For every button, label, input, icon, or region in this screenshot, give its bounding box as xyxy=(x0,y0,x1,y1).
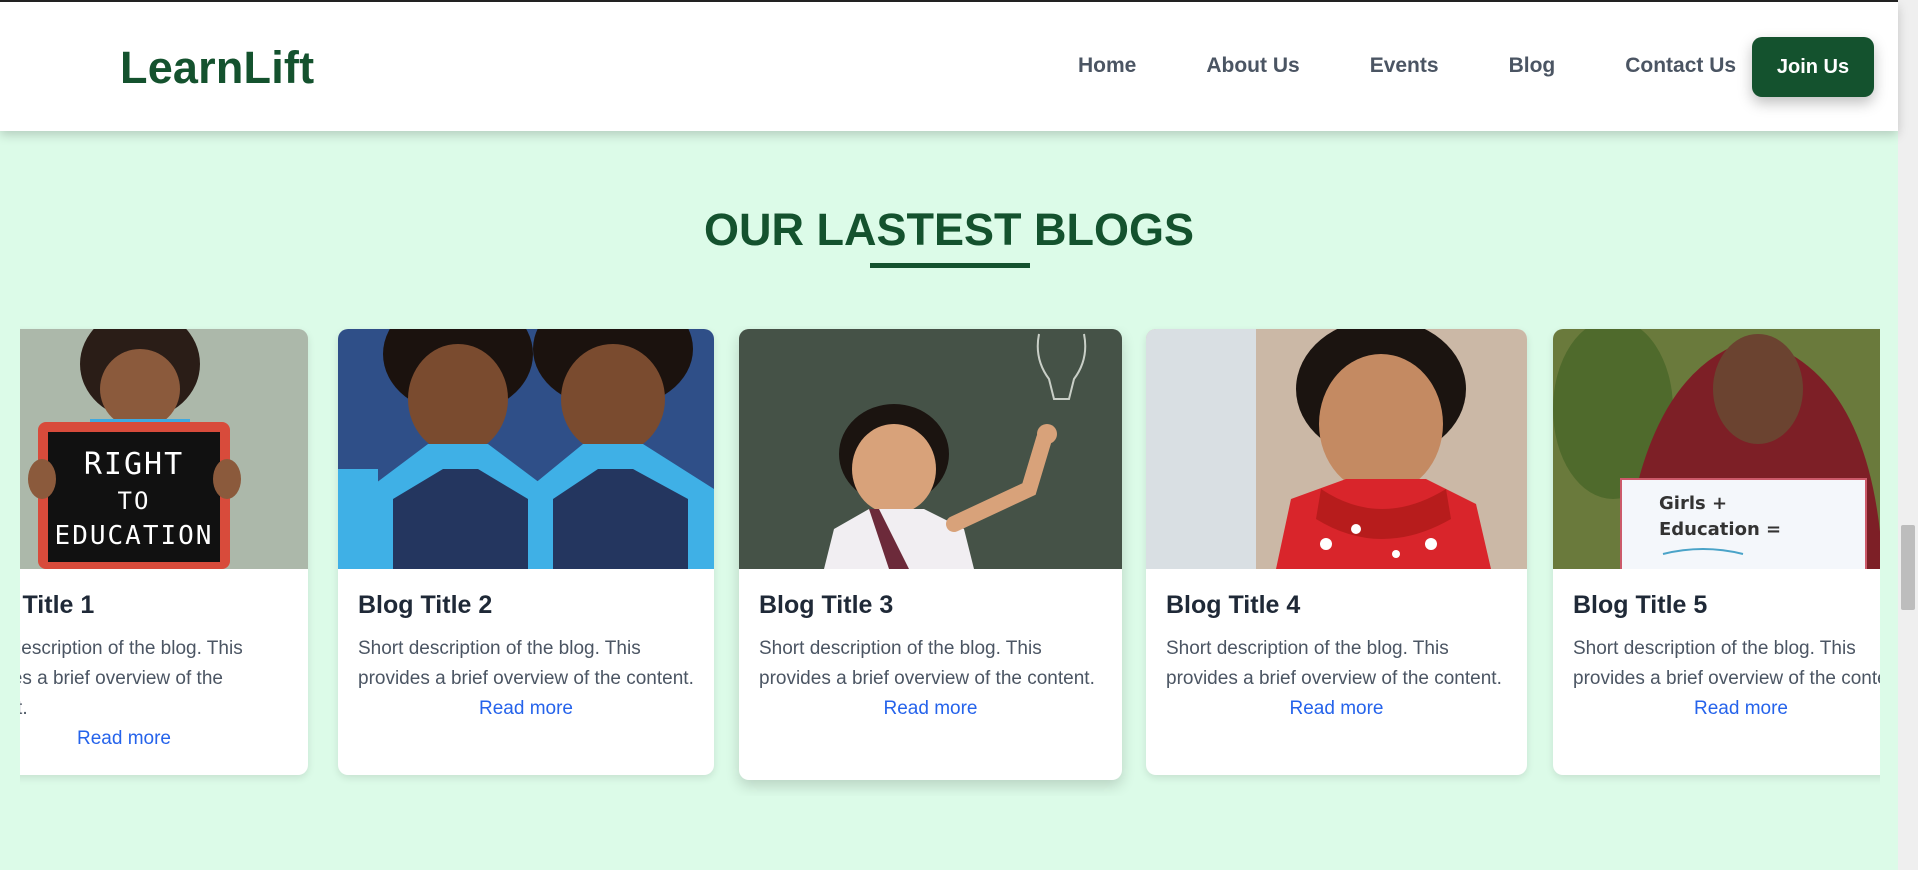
blog-image-1: RIGHT TO EDUCATION xyxy=(20,329,308,569)
nav-about-us[interactable]: About Us xyxy=(1206,54,1299,78)
nav-home[interactable]: Home xyxy=(1078,54,1136,78)
blog-title-3: Blog Title 3 xyxy=(759,591,894,619)
blog-image-4 xyxy=(1146,329,1527,569)
blog-image-1-text-line-1: RIGHT xyxy=(84,447,184,482)
read-more-link-4[interactable]: Read more xyxy=(1166,698,1507,720)
blog-title-2: Blog Title 2 xyxy=(358,591,493,619)
blog-card-4[interactable]: Blog Title 4 Short description of the bl… xyxy=(1146,329,1527,775)
blog-title-5: Blog Title 5 xyxy=(1573,591,1708,619)
nav-links: Home About Us Events Blog Contact Us xyxy=(1078,54,1736,78)
blog-card-1[interactable]: RIGHT TO EDUCATION Blog Title 1 Short de… xyxy=(20,329,308,775)
blog-description-5: Short description of the blog. This prov… xyxy=(1573,638,1880,689)
section-title: OUR LASTEST BLOGS xyxy=(703,204,1194,255)
blog-description-2: Short description of the blog. This prov… xyxy=(358,638,694,689)
nav-contact-us[interactable]: Contact Us xyxy=(1625,54,1736,78)
blog-description-4: Short description of the blog. This prov… xyxy=(1166,638,1502,689)
blog-card-2[interactable]: Blog Title 2 Short description of the bl… xyxy=(338,329,714,775)
title-underline xyxy=(870,263,1030,268)
read-more-link-1[interactable]: Read more xyxy=(20,728,288,750)
navbar: LearnLift Home About Us Events Blog Cont… xyxy=(0,2,1898,131)
blog-title-4: Blog Title 4 xyxy=(1166,591,1301,619)
blog-image-5-text-line-1: Girls + xyxy=(1659,493,1727,514)
page-scrollbar[interactable] xyxy=(1898,0,1918,870)
window-top-border xyxy=(0,0,1898,2)
blog-title-1: Blog Title 1 xyxy=(20,591,95,619)
read-more-link-5[interactable]: Read more xyxy=(1573,698,1880,720)
blog-image-5: Girls + Education = xyxy=(1553,329,1880,569)
read-more-link-2[interactable]: Read more xyxy=(358,698,694,720)
nav-events[interactable]: Events xyxy=(1370,54,1439,78)
blog-card-3[interactable]: Blog Title 3 Short description of the bl… xyxy=(739,329,1122,780)
blog-description-3: Short description of the blog. This prov… xyxy=(759,638,1095,689)
read-more-link-3[interactable]: Read more xyxy=(759,698,1102,720)
scrollbar-thumb[interactable] xyxy=(1901,525,1915,610)
blog-description-1: Short description of the blog. This prov… xyxy=(20,638,243,719)
join-us-button[interactable]: Join Us xyxy=(1752,37,1874,97)
nav-blog[interactable]: Blog xyxy=(1509,54,1556,78)
blog-carousel[interactable]: RIGHT TO EDUCATION Blog Title 1 Short de… xyxy=(20,326,1880,796)
blog-image-1-text-line-3: EDUCATION xyxy=(55,521,214,551)
blog-image-5-text-line-2: Education = xyxy=(1659,519,1781,540)
blog-image-1-text-line-2: TO xyxy=(118,487,151,515)
blog-card-5[interactable]: Girls + Education = Blog Title 5 Short d… xyxy=(1553,329,1880,775)
blog-image-3 xyxy=(739,329,1122,569)
logo[interactable]: LearnLift xyxy=(120,42,314,94)
blog-image-2 xyxy=(338,329,714,569)
